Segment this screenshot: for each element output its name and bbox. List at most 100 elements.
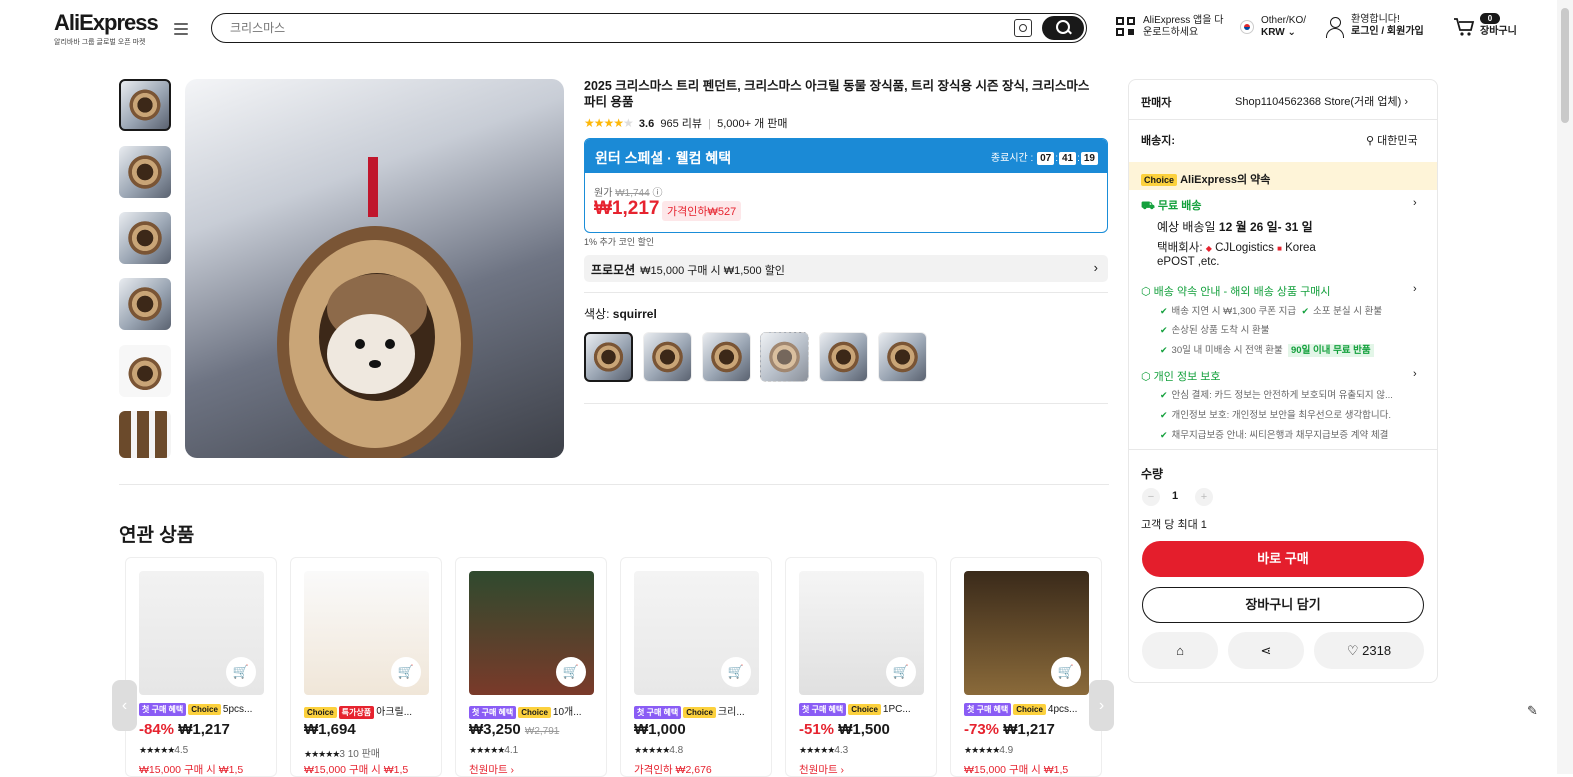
related-product-name[interactable]: 첫 구매 혜택 Choice 1PC... (799, 703, 924, 716)
gallery-thumbnail[interactable] (119, 411, 171, 458)
quantity-decrease-button[interactable]: − (1142, 488, 1160, 506)
color-option[interactable] (819, 332, 868, 382)
related-product-name[interactable]: 첫 구매 혜택 Choice 4pcs... (964, 703, 1089, 716)
delivery-promise-row[interactable]: ⬡ 배송 약속 안내 - 해외 배송 상품 구매시 (1141, 283, 1331, 299)
category-menu-icon[interactable] (174, 23, 188, 35)
share-button[interactable]: ⋖ (1228, 632, 1304, 669)
related-product-name[interactable]: 첫 구매 혜택 Choice 10개... (469, 703, 594, 719)
store-icon: ⌂ (1176, 643, 1184, 658)
color-label: 색상: squirrel (584, 307, 657, 321)
ship-to-label: 배송지: (1141, 135, 1176, 147)
edit-icon[interactable]: ✎ (1527, 703, 1538, 719)
privacy-row[interactable]: ⬡ 개인 정보 보호 (1141, 368, 1221, 384)
related-product-image[interactable]: 🛒 (634, 571, 759, 695)
divider (1129, 449, 1437, 450)
related-product-card[interactable]: 🛒 Choice 특가상품 아크릴... ₩1,694 ★★★★★3 10 판매 ₩… (290, 557, 442, 777)
cart-icon[interactable] (1453, 17, 1475, 37)
app-download-link[interactable]: AliExpress 앱을 다 운로드하세요 (1143, 15, 1223, 39)
color-option-disabled[interactable] (760, 332, 809, 382)
add-to-cart-icon[interactable]: 🛒 (721, 657, 751, 687)
purchase-limit: 고객 당 최대 1 (1141, 519, 1207, 531)
star-icon: ★★★★★ (304, 749, 340, 759)
coin-discount-note: 1% 추가 코인 할인 (584, 237, 655, 247)
aliexpress-logo[interactable]: AliExpress 알리바바 그룹 글로벌 오픈 마켓 (54, 10, 164, 47)
chevron-right-icon[interactable]: › (1413, 368, 1417, 380)
add-to-cart-icon[interactable]: 🛒 (886, 657, 916, 687)
related-heading: 연관 상품 (119, 525, 195, 546)
gallery-thumbnail[interactable] (119, 212, 171, 264)
add-to-cart-icon[interactable]: 🛒 (1051, 657, 1081, 687)
related-product-card[interactable]: 🛒 첫 구매 혜택 Choice 10개... ₩3,250 ₩2,791 ★★★★… (455, 557, 607, 777)
related-product-image[interactable]: 🛒 (799, 571, 924, 695)
star-icon: ★★★★★ (964, 745, 1000, 755)
related-product-card[interactable]: 🛒 첫 구매 혜택 Choice 4pcs... -73% ₩1,217 ★★★★★… (950, 557, 1102, 777)
shield-icon: ⬡ (1141, 286, 1151, 298)
search-input[interactable] (230, 18, 990, 38)
related-product-price: ₩1,000 (634, 721, 686, 738)
related-product-rating: ★★★★★4.1 (469, 745, 519, 756)
related-product-name[interactable]: 첫 구매 혜택 Choice 크리... (634, 703, 759, 719)
qr-code-icon[interactable] (1116, 17, 1136, 37)
gallery-thumbnail[interactable] (119, 345, 171, 397)
user-icon[interactable] (1326, 17, 1344, 39)
share-icon: ⋖ (1260, 643, 1272, 658)
buy-now-button[interactable]: 바로 구매 (1142, 541, 1424, 577)
color-option[interactable]: ♦ (643, 332, 692, 382)
related-product-promo: 천원마트 › (469, 764, 515, 776)
carousel-next-button[interactable]: › (1089, 680, 1114, 731)
related-product-promo: ₩15,000 구매 시 ₩1,5 (139, 764, 244, 776)
cart-label[interactable]: 장바구니 (1480, 26, 1517, 38)
related-product-image[interactable]: 🛒 (964, 571, 1089, 695)
scrollbar[interactable] (1557, 0, 1573, 774)
add-to-cart-icon[interactable]: 🛒 (556, 657, 586, 687)
related-product-name[interactable]: Choice 특가상품 아크릴... (304, 703, 429, 719)
add-to-cart-icon[interactable]: 🛒 (226, 657, 256, 687)
heart-icon: ♡ (1346, 643, 1359, 658)
related-product-promo: ₩15,000 구매 시 ₩1,5 (964, 764, 1069, 776)
main-product-image[interactable] (185, 79, 564, 458)
color-option[interactable] (878, 332, 927, 382)
related-product-promo: 가격인하 ₩2,676 (634, 764, 712, 776)
related-product-image[interactable]: 🛒 (139, 571, 264, 695)
related-product-rating: ★★★★★4.5 (139, 745, 189, 756)
gallery-thumbnail[interactable] (119, 79, 171, 131)
region-selector[interactable]: Other/KO/ KRW ⌄ (1261, 15, 1306, 39)
original-price: 원가 ₩1,744 ⓘ (594, 188, 663, 199)
related-product-card[interactable]: 🛒 첫 구매 혜택 Choice 1PC... -51% ₩1,500 ★★★★★4… (785, 557, 937, 777)
carousel-prev-button[interactable]: ‹ (112, 680, 137, 731)
chevron-right-icon: › (1093, 260, 1098, 275)
gallery-thumbnail[interactable] (119, 278, 171, 330)
logo-text: AliExpress (54, 10, 159, 35)
wishlist-button[interactable]: ♡ 2318 (1314, 632, 1424, 669)
gallery-thumbnail[interactable] (119, 146, 171, 198)
account-link[interactable]: 환영합니다! 로그인 / 회원가입 (1351, 14, 1424, 38)
related-product-image[interactable]: 🛒 (469, 571, 594, 695)
quantity-value[interactable]: 1 (1172, 490, 1178, 502)
image-search-icon[interactable] (1014, 19, 1032, 37)
free-shipping-row[interactable]: ⛟ 무료 배송 (1141, 197, 1201, 214)
promotion-row[interactable]: 프로모션 ₩15,000 구매 시 ₩1,500 할인 › (584, 255, 1108, 282)
related-product-price: -84% ₩1,217 (139, 721, 230, 738)
location-pin-icon: ⚲ (1366, 135, 1375, 147)
add-to-cart-icon[interactable]: 🛒 (391, 657, 421, 687)
related-product-image[interactable]: 🛒 (304, 571, 429, 695)
color-option-squirrel[interactable]: ♦ (584, 332, 633, 382)
star-icon: ★★★★★ (799, 745, 835, 755)
chevron-right-icon[interactable]: › (1413, 283, 1417, 295)
related-product-card[interactable]: 🛒 첫 구매 혜택 Choice 5pcs... -84% ₩1,217 ★★★★★… (125, 557, 277, 777)
delivery-estimate: 예상 배송일 12 월 26 일- 31 일 (1157, 220, 1313, 234)
search-button[interactable] (1042, 16, 1084, 40)
color-option[interactable] (702, 332, 751, 382)
rating-row[interactable]: ★★★★★ 3.6 965 리뷰 | 5,000+ 개 판매 (584, 115, 788, 131)
related-product-rating: ★★★★★4.8 (634, 745, 684, 756)
related-product-name[interactable]: 첫 구매 혜택 Choice 5pcs... (139, 703, 264, 716)
star-icon: ★★★★ (584, 116, 624, 130)
add-to-cart-button[interactable]: 장바구니 담기 (1142, 587, 1424, 623)
related-product-card[interactable]: 🛒 첫 구매 혜택 Choice 크리... ₩1,000 ★★★★★4.8 가격인… (620, 557, 772, 777)
quantity-increase-button[interactable]: + (1195, 488, 1213, 506)
seller-link[interactable]: Shop1104562368 Store(거래 업체) › (1235, 93, 1408, 109)
cart-count-badge: 0 (1480, 13, 1500, 24)
ship-to-selector[interactable]: ⚲ 대한민국 (1366, 132, 1418, 148)
chevron-right-icon[interactable]: › (1413, 197, 1417, 209)
store-button[interactable]: ⌂ (1142, 632, 1218, 669)
